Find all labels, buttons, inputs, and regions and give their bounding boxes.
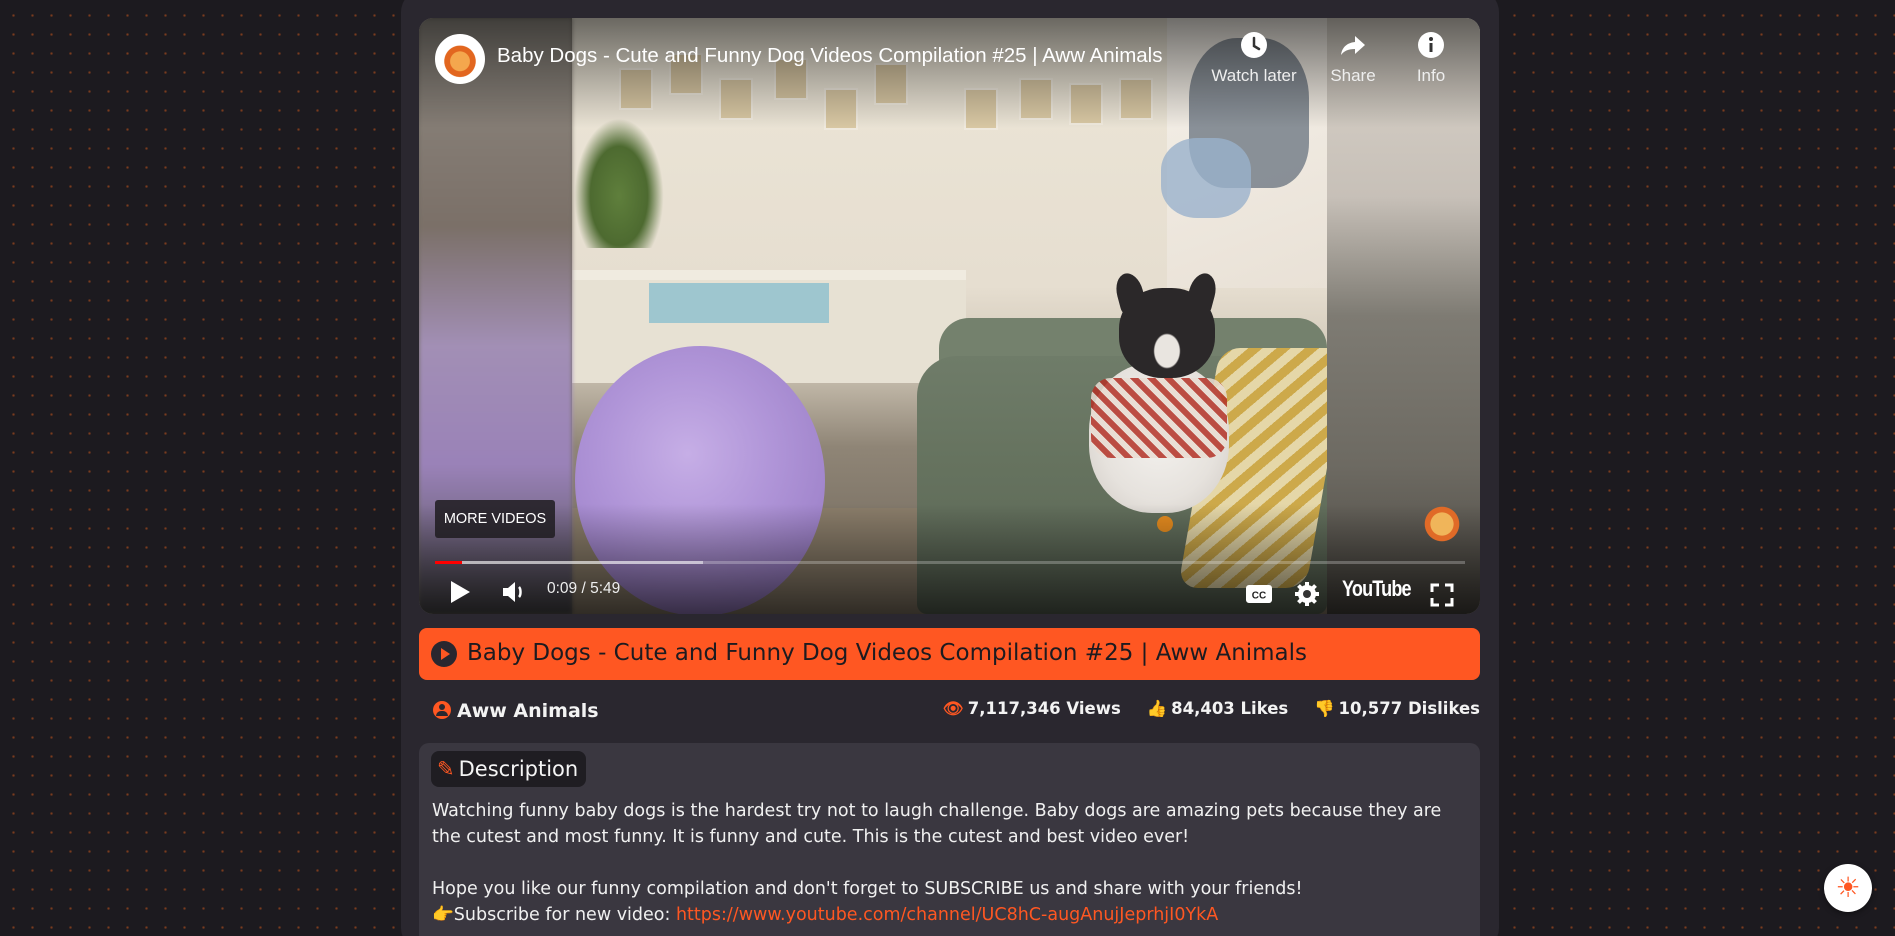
pencil-icon: ✎ <box>437 757 455 781</box>
play-circle-icon <box>431 641 457 667</box>
user-icon <box>433 701 451 719</box>
eye-icon: 👁 <box>942 699 964 718</box>
progress-played <box>435 561 462 564</box>
fullscreen-button[interactable] <box>1430 583 1454 611</box>
thumbs-down-icon: 👎 <box>1314 699 1335 718</box>
volume-button[interactable] <box>501 580 527 608</box>
share-button[interactable]: Share <box>1308 30 1398 86</box>
share-icon <box>1308 30 1398 64</box>
theme-toggle-button[interactable]: ☀ <box>1824 864 1872 912</box>
play-icon <box>451 581 470 603</box>
captions-button[interactable]: CC <box>1245 584 1273 608</box>
cc-icon: CC <box>1246 585 1272 603</box>
more-videos-button[interactable]: MORE VIDEOS <box>435 500 555 538</box>
progress-loaded <box>435 561 703 564</box>
video-stats: 👁 7,117,346 Views 👍 84,403 Likes 👎 10,577 D… <box>923 699 1480 719</box>
gear-icon <box>1295 582 1319 606</box>
description-paragraph: Hope you like our funny compilation and … <box>432 879 1303 899</box>
fullscreen-icon <box>1430 583 1454 607</box>
video-title: Baby Dogs - Cute and Funny Dog Videos Co… <box>467 640 1308 666</box>
pointing-hand-icon: 👉 <box>432 905 454 925</box>
sun-icon: ☀ <box>1835 871 1861 904</box>
time-display: 0:09 / 5:49 <box>547 580 621 597</box>
volume-icon <box>503 582 522 602</box>
settings-button[interactable] <box>1294 581 1320 611</box>
views-stat: 👁 7,117,346 Views <box>942 699 1121 718</box>
watch-later-button[interactable]: Watch later <box>1209 30 1299 86</box>
youtube-logo[interactable]: YouTube <box>1342 576 1412 602</box>
progress-bar[interactable] <box>435 561 1465 564</box>
subscribe-link[interactable]: https://www.youtube.com/channel/UC8hC-au… <box>676 905 1218 925</box>
info-icon <box>1386 30 1476 64</box>
play-button[interactable] <box>449 580 471 608</box>
channel-avatar[interactable] <box>435 34 485 84</box>
description-heading: ✎ Description <box>431 751 587 787</box>
channel-watermark[interactable] <box>1422 504 1462 544</box>
info-button[interactable]: Info <box>1386 30 1476 86</box>
description-paragraph: Watching funny baby dogs is the hardest … <box>432 801 1442 847</box>
video-player[interactable]: Baby Dogs - Cute and Funny Dog Videos Co… <box>419 18 1480 614</box>
dislikes-stat: 👎 10,577 Dislikes <box>1314 699 1480 718</box>
description-panel: ✎ Description Watching funny baby dogs is… <box>419 743 1480 936</box>
player-video-title[interactable]: Baby Dogs - Cute and Funny Dog Videos Co… <box>497 44 1237 68</box>
channel-name[interactable]: Aww Animals <box>433 700 599 726</box>
thumbs-up-icon: 👍 <box>1146 699 1168 718</box>
video-title-bar: Baby Dogs - Cute and Funny Dog Videos Co… <box>419 628 1480 680</box>
description-text: Watching funny baby dogs is the hardest … <box>432 798 1462 928</box>
svg-text:CC: CC <box>1252 591 1266 602</box>
likes-stat: 👍 84,403 Likes <box>1146 699 1289 718</box>
clock-icon <box>1209 30 1299 64</box>
